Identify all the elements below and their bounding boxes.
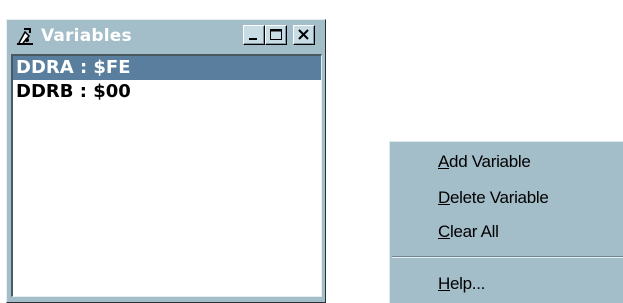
- menu-item-label: elete Variable: [449, 188, 549, 207]
- maximize-button[interactable]: [265, 25, 287, 45]
- close-button[interactable]: [293, 25, 315, 45]
- menu-item-help[interactable]: Help...: [390, 268, 623, 300]
- menu-item-delete-variable[interactable]: Delete Variable: [390, 182, 623, 214]
- variables-list[interactable]: DDRA : $FE DDRB : $00: [11, 54, 322, 297]
- menu-item-accelerator: D: [438, 188, 450, 207]
- window-title: Variables: [41, 26, 132, 46]
- menu-item-accelerator: C: [438, 222, 450, 241]
- variables-window: Variables DDRA : $FE DDRB : $00: [6, 19, 326, 303]
- menu-item-accelerator: A: [438, 152, 450, 171]
- menu-item-label: dd Variable: [449, 152, 531, 171]
- menu-item-accelerator: H: [438, 274, 450, 293]
- minimize-button[interactable]: [243, 25, 265, 45]
- menu-item-clear-all[interactable]: Clear All: [390, 216, 623, 248]
- context-menu: Add Variable Delete Variable Clear All H…: [389, 141, 623, 303]
- menu-item-add-variable[interactable]: Add Variable: [390, 146, 623, 178]
- title-bar[interactable]: Variables: [9, 22, 323, 50]
- menu-item-label: lear All: [449, 222, 499, 241]
- variables-tool-icon: [15, 26, 35, 46]
- menu-item-label: elp...: [449, 274, 486, 293]
- list-item[interactable]: DDRB : $00: [13, 80, 321, 104]
- list-item[interactable]: DDRA : $FE: [13, 56, 321, 80]
- menu-separator: [392, 256, 623, 258]
